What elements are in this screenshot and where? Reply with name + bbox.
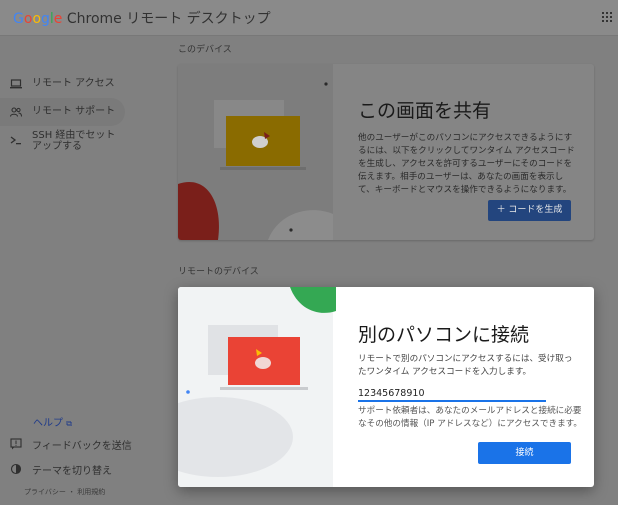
green-blob-decoration [290,287,336,313]
generate-code-button[interactable]: ＋ コードを生成 [488,200,571,221]
sidebar-item-label: リモート サポート [32,106,116,117]
theme-label: テーマを切り替え [32,466,112,477]
connect-description: リモートで別のパソコンにアクセスするには、受け取ったワンタイム アクセスコードを… [358,354,573,377]
logo-letter: g [41,11,50,27]
help-link-label: ヘルプ [33,418,63,429]
terminal-icon [10,136,21,145]
theme-toggle-button[interactable]: テーマを切り替え [0,459,140,479]
connect-illustration [178,287,333,487]
logo-letter: o [32,11,42,27]
app-header: Google Chrome リモート デスクトップ [0,0,618,36]
share-screen-card: この画面を共有 他のユーザーがこのパソコンにアクセスできるようにするには、以下を… [178,64,594,240]
share-title: この画面を共有 [358,100,492,122]
share-illustration [178,64,333,240]
remote-devices-heading: リモートのデバイス [178,267,259,277]
this-device-heading: このデバイス [178,45,232,55]
sidebar-item-remote-access[interactable]: リモート アクセス [0,70,125,98]
connect-dialog: 別のパソコンに接続 リモートで別のパソコンにアクセスするには、受け取ったワンタイ… [178,287,594,487]
sidebar-item-label: リモート アクセス [32,78,115,89]
feedback-icon [10,438,22,450]
sidebar-item-ssh-setup[interactable]: SSH 経由でセットアップする [0,126,125,154]
sidebar-item-remote-support[interactable]: リモート サポート [0,98,125,126]
sidebar: リモート アクセス リモート サポート SSH 経由でセットアップする ヘルプ … [0,36,160,505]
theme-icon [10,463,22,475]
people-icon [10,107,22,117]
app-title[interactable]: Google Chrome リモート デスクトップ [13,8,271,28]
legal-links[interactable]: プライバシー ・ 利用規約 [24,487,105,497]
apps-grid-icon[interactable] [602,12,612,22]
feedback-label: フィードバックを送信 [32,441,132,452]
laptop-icon [10,79,22,89]
feedback-button[interactable]: フィードバックを送信 [0,434,140,454]
connect-help-text: サポート依頼者は、あなたのメールアドレスと接続に必要なその他の情報（IP アドレ… [358,406,583,429]
connect-title: 別のパソコンに接続 [358,324,530,346]
connect-button[interactable]: 接続 [478,442,571,464]
logo-letter: G [13,11,24,27]
app-title-text: Chrome リモート デスクトップ [62,11,271,27]
help-link[interactable]: ヘルプ ⧉ [33,414,72,429]
external-link-icon: ⧉ [66,419,72,428]
sidebar-item-label: SSH 経由でセットアップする [32,130,116,152]
share-description: 他のユーザーがこのパソコンにアクセスできるようにするには、以下をクリックしてワン… [358,133,575,195]
access-code-input[interactable] [358,386,546,402]
